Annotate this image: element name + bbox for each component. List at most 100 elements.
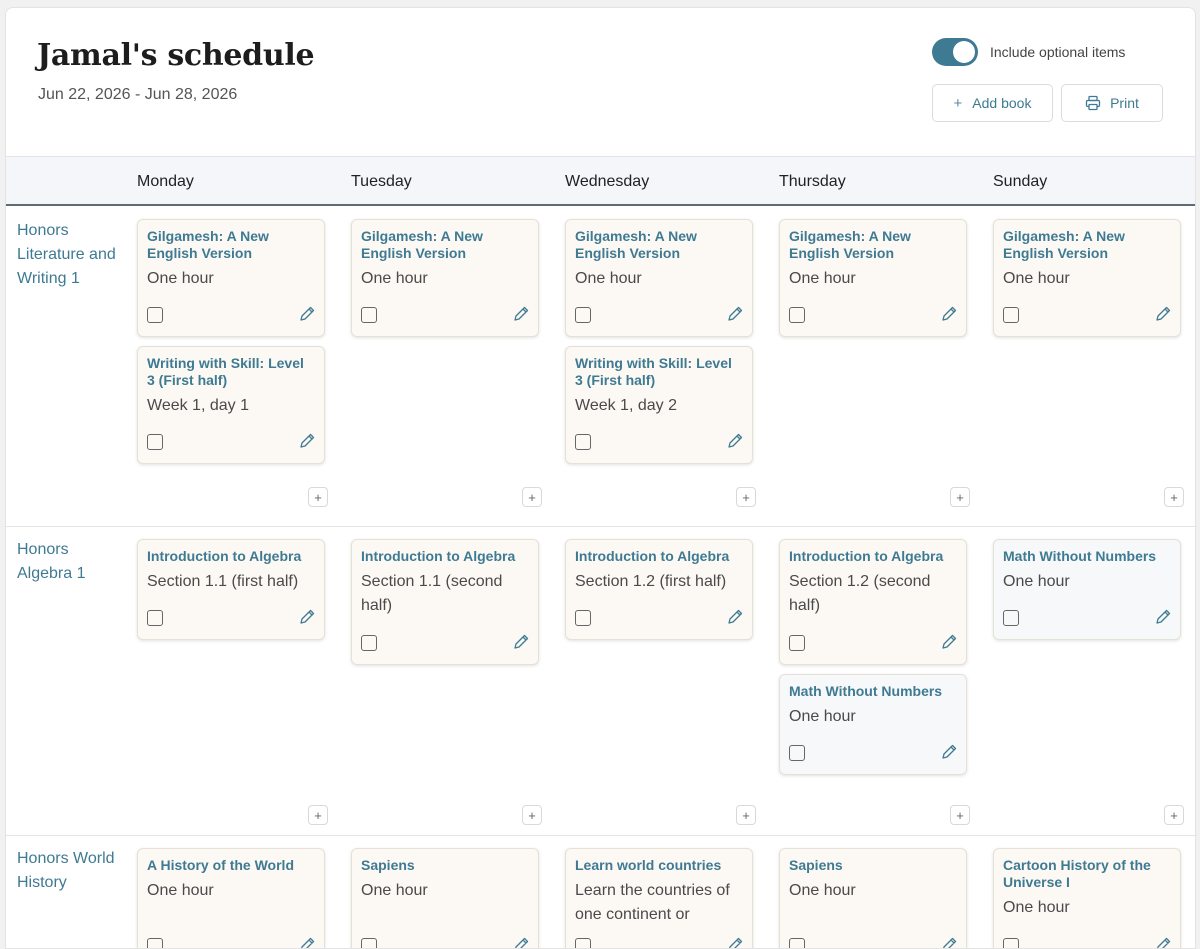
- add-item-wednesday-button[interactable]: +: [736, 805, 756, 825]
- edit-pencil-icon[interactable]: [298, 608, 316, 626]
- complete-checkbox[interactable]: [147, 938, 163, 948]
- edit-pencil-icon[interactable]: [512, 305, 530, 323]
- edit-pencil-icon[interactable]: [726, 608, 744, 626]
- assignment-card[interactable]: Writing with Skill: Level 3 (First half)…: [565, 346, 753, 464]
- add-item-tuesday-button[interactable]: +: [522, 487, 542, 507]
- plus-icon: +: [953, 94, 963, 112]
- assignment-card[interactable]: Introduction to Algebra Section 1.2 (firs…: [565, 539, 753, 640]
- add-item-sunday-button[interactable]: +: [1164, 805, 1184, 825]
- complete-checkbox[interactable]: [1003, 307, 1019, 323]
- complete-checkbox[interactable]: [575, 610, 591, 626]
- edit-pencil-icon[interactable]: [298, 305, 316, 323]
- assignment-card[interactable]: Introduction to Algebra Section 1.1 (seco…: [351, 539, 539, 665]
- assignment-title[interactable]: Sapiens: [361, 857, 529, 874]
- assignment-description: Week 1, day 2: [575, 397, 677, 414]
- edit-pencil-icon[interactable]: [512, 936, 530, 949]
- assignment-title[interactable]: Gilgamesh: A New English Version: [575, 228, 743, 262]
- complete-checkbox[interactable]: [361, 307, 377, 323]
- assignment-card[interactable]: Math Without Numbers One hour: [993, 539, 1181, 640]
- assignment-description: Section 1.1 (first half): [147, 573, 299, 590]
- assignment-title[interactable]: A History of the World: [147, 857, 315, 874]
- complete-checkbox[interactable]: [789, 938, 805, 948]
- subject-link[interactable]: Honors Literature and Writing 1: [17, 219, 117, 291]
- add-book-button[interactable]: + Add book: [932, 84, 1053, 122]
- assignment-description: Week 1, day 1: [147, 397, 249, 414]
- assignment-card[interactable]: Gilgamesh: A New English Version One hour: [779, 219, 967, 337]
- edit-pencil-icon[interactable]: [726, 305, 744, 323]
- assignment-title[interactable]: Introduction to Algebra: [361, 548, 529, 565]
- complete-checkbox[interactable]: [361, 635, 377, 651]
- assignment-title[interactable]: Math Without Numbers: [789, 683, 957, 700]
- subject-link[interactable]: Honors World History: [17, 847, 117, 895]
- print-button[interactable]: Print: [1061, 84, 1163, 122]
- subject-link[interactable]: Honors Algebra 1: [17, 538, 117, 586]
- add-item-sunday-button[interactable]: +: [1164, 487, 1184, 507]
- assignment-card[interactable]: Introduction to Algebra Section 1.2 (seco…: [779, 539, 967, 665]
- edit-pencil-icon[interactable]: [940, 633, 958, 651]
- assignment-title[interactable]: Writing with Skill: Level 3 (First half): [575, 355, 743, 389]
- assignment-description: One hour: [361, 882, 428, 899]
- assignment-title[interactable]: Math Without Numbers: [1003, 548, 1171, 565]
- assignment-card[interactable]: Learn world countries Learn the countries…: [565, 848, 753, 949]
- complete-checkbox[interactable]: [361, 938, 377, 948]
- page-title: Jamal's schedule: [37, 38, 315, 73]
- assignment-description: One hour: [789, 708, 856, 725]
- assignment-card[interactable]: Cartoon History of the Universe I One hou…: [993, 848, 1181, 949]
- edit-pencil-icon[interactable]: [1154, 936, 1172, 949]
- edit-pencil-icon[interactable]: [298, 936, 316, 949]
- edit-pencil-icon[interactable]: [940, 936, 958, 949]
- print-label: Print: [1110, 95, 1139, 111]
- add-item-wednesday-button[interactable]: +: [736, 487, 756, 507]
- assignment-title[interactable]: Gilgamesh: A New English Version: [361, 228, 529, 262]
- add-item-tuesday-button[interactable]: +: [522, 805, 542, 825]
- complete-checkbox[interactable]: [147, 434, 163, 450]
- edit-pencil-icon[interactable]: [726, 432, 744, 450]
- optional-items-toggle[interactable]: [932, 38, 978, 66]
- edit-pencil-icon[interactable]: [940, 305, 958, 323]
- edit-pencil-icon[interactable]: [726, 936, 744, 949]
- edit-pencil-icon[interactable]: [1154, 305, 1172, 323]
- complete-checkbox[interactable]: [789, 745, 805, 761]
- date-range: Jun 22, 2026 - Jun 28, 2026: [38, 86, 238, 103]
- complete-checkbox[interactable]: [575, 434, 591, 450]
- assignment-title[interactable]: Writing with Skill: Level 3 (First half): [147, 355, 315, 389]
- assignment-description: One hour: [361, 270, 428, 287]
- assignment-card[interactable]: Sapiens One hour: [779, 848, 967, 949]
- assignment-title[interactable]: Learn world countries: [575, 857, 743, 874]
- complete-checkbox[interactable]: [789, 635, 805, 651]
- edit-pencil-icon[interactable]: [512, 633, 530, 651]
- assignment-card[interactable]: Introduction to Algebra Section 1.1 (firs…: [137, 539, 325, 640]
- add-item-monday-button[interactable]: +: [308, 487, 328, 507]
- assignment-card[interactable]: Writing with Skill: Level 3 (First half)…: [137, 346, 325, 464]
- assignment-card[interactable]: Gilgamesh: A New English Version One hour: [565, 219, 753, 337]
- schedule-panel: Jamal's schedule Jun 22, 2026 - Jun 28, …: [5, 7, 1196, 949]
- add-item-thursday-button[interactable]: +: [950, 805, 970, 825]
- edit-pencil-icon[interactable]: [940, 743, 958, 761]
- complete-checkbox[interactable]: [1003, 610, 1019, 626]
- complete-checkbox[interactable]: [147, 307, 163, 323]
- edit-pencil-icon[interactable]: [1154, 608, 1172, 626]
- assignment-card[interactable]: Gilgamesh: A New English Version One hour: [993, 219, 1181, 337]
- assignment-card[interactable]: Gilgamesh: A New English Version One hour: [137, 219, 325, 337]
- assignment-title[interactable]: Gilgamesh: A New English Version: [147, 228, 315, 262]
- edit-pencil-icon[interactable]: [298, 432, 316, 450]
- assignment-title[interactable]: Cartoon History of the Universe I: [1003, 857, 1171, 891]
- assignment-title[interactable]: Gilgamesh: A New English Version: [1003, 228, 1171, 262]
- complete-checkbox[interactable]: [575, 307, 591, 323]
- add-item-monday-button[interactable]: +: [308, 805, 328, 825]
- assignment-card[interactable]: Math Without Numbers One hour: [779, 674, 967, 775]
- add-item-thursday-button[interactable]: +: [950, 487, 970, 507]
- complete-checkbox[interactable]: [1003, 938, 1019, 948]
- complete-checkbox[interactable]: [575, 938, 591, 948]
- assignment-title[interactable]: Gilgamesh: A New English Version: [789, 228, 957, 262]
- assignment-card[interactable]: A History of the World One hour: [137, 848, 325, 949]
- assignment-card[interactable]: Sapiens One hour: [351, 848, 539, 949]
- assignment-title[interactable]: Introduction to Algebra: [147, 548, 315, 565]
- assignment-title[interactable]: Introduction to Algebra: [789, 548, 957, 565]
- assignment-card[interactable]: Gilgamesh: A New English Version One hour: [351, 219, 539, 337]
- assignment-title[interactable]: Sapiens: [789, 857, 957, 874]
- complete-checkbox[interactable]: [789, 307, 805, 323]
- assignment-title[interactable]: Introduction to Algebra: [575, 548, 743, 565]
- assignment-description: One hour: [1003, 573, 1070, 590]
- complete-checkbox[interactable]: [147, 610, 163, 626]
